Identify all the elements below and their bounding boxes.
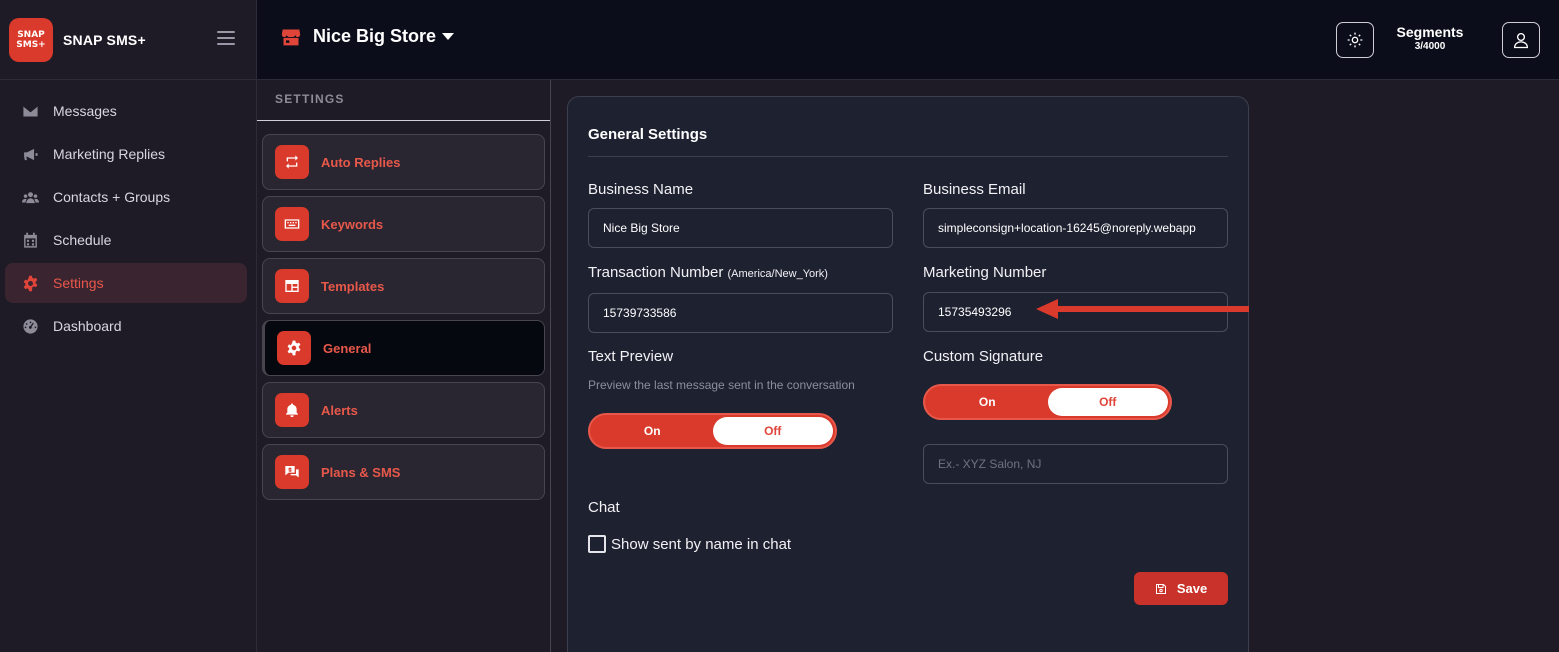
- envelope-icon: [21, 102, 39, 120]
- settings-header: SETTINGS: [257, 80, 550, 121]
- logo-line-1: SNAP: [17, 29, 45, 40]
- settings-item-label: Auto Replies: [321, 154, 401, 170]
- settings-list: Auto Replies Keywords Templates General …: [257, 121, 550, 500]
- card-divider: [588, 156, 1228, 157]
- business-email-input[interactable]: [923, 208, 1228, 248]
- business-name-label: Business Name: [588, 181, 694, 198]
- sidebar-item-marketing-replies[interactable]: Marketing Replies: [5, 134, 247, 174]
- text-preview-label: Text Preview: [588, 348, 674, 365]
- business-name-input[interactable]: [588, 208, 893, 248]
- caret-down-icon: [442, 33, 455, 40]
- sidebar-item-dashboard[interactable]: Dashboard: [5, 306, 247, 346]
- annotation-arrow-icon: [1036, 299, 1249, 319]
- gear-icon: [21, 274, 39, 292]
- save-button[interactable]: Save: [1134, 572, 1228, 605]
- sun-icon: [1347, 32, 1363, 48]
- text-preview-hint: Preview the last message sent in the con…: [588, 378, 855, 392]
- segments-counter: Segments 3/4000: [1395, 24, 1465, 52]
- bell-icon: [275, 393, 309, 427]
- keyboard-icon: [275, 207, 309, 241]
- top-bar: Nice Big Store Segments 3/4000: [257, 0, 1559, 80]
- transaction-number-label-group: Transaction Number (America/New_York): [588, 264, 828, 281]
- general-settings-card: General Settings Business Name Business …: [567, 96, 1249, 652]
- text-preview-toggle[interactable]: On Off: [588, 413, 837, 449]
- settings-item-alerts[interactable]: Alerts: [262, 382, 545, 438]
- settings-item-templates[interactable]: Templates: [262, 258, 545, 314]
- chat-dollar-icon: [275, 455, 309, 489]
- settings-item-label: Alerts: [321, 402, 358, 418]
- sidebar: SNAP SMS+ SNAP SMS+ Messages Marketing R…: [0, 0, 257, 652]
- calendar-icon: [21, 231, 39, 249]
- settings-item-keywords[interactable]: Keywords: [262, 196, 545, 252]
- users-icon: [21, 188, 39, 206]
- user-icon: [1513, 32, 1529, 49]
- sidebar-item-label: Messages: [53, 103, 117, 119]
- settings-item-label: Plans & SMS: [321, 464, 401, 480]
- sidebar-item-contacts-groups[interactable]: Contacts + Groups: [5, 177, 247, 217]
- segments-count: 3/4000: [1414, 41, 1446, 52]
- sidebar-item-label: Settings: [53, 275, 104, 291]
- app-name: SNAP SMS+: [63, 31, 146, 48]
- sidebar-item-messages[interactable]: Messages: [5, 91, 247, 131]
- sidebar-item-label: Schedule: [53, 232, 112, 248]
- text-preview-off-option[interactable]: Off: [712, 417, 833, 445]
- template-icon: [275, 269, 309, 303]
- sidebar-item-label: Dashboard: [53, 318, 122, 334]
- store-selector[interactable]: Nice Big Store: [281, 26, 455, 47]
- settings-item-plans-sms[interactable]: Plans & SMS: [262, 444, 545, 500]
- transaction-number-input[interactable]: [588, 293, 893, 333]
- sidebar-item-settings[interactable]: Settings: [5, 263, 247, 303]
- gear-icon: [277, 331, 311, 365]
- custom-signature-toggle[interactable]: On Off: [923, 384, 1172, 420]
- transaction-timezone: (America/New_York): [727, 268, 828, 280]
- chat-label: Chat: [588, 499, 620, 516]
- custom-signature-on-option[interactable]: On: [927, 388, 1048, 416]
- show-sent-by-row[interactable]: Show sent by name in chat: [588, 535, 791, 553]
- custom-signature-label: Custom Signature: [923, 348, 1044, 365]
- logo-line-2: SMS+: [16, 39, 46, 50]
- business-email-label: Business Email: [923, 181, 1026, 198]
- custom-signature-input[interactable]: [923, 444, 1228, 484]
- sidebar-nav: Messages Marketing Replies Contacts + Gr…: [0, 80, 256, 346]
- user-profile-button[interactable]: [1502, 22, 1540, 58]
- theme-toggle-button[interactable]: [1336, 22, 1374, 58]
- hamburger-menu-icon[interactable]: [217, 29, 235, 47]
- settings-item-auto-replies[interactable]: Auto Replies: [262, 134, 545, 190]
- transaction-number-label: Transaction Number: [588, 264, 724, 281]
- settings-panel: SETTINGS Auto Replies Keywords Templates…: [257, 80, 551, 652]
- floppy-disk-icon: [1155, 583, 1166, 594]
- repeat-icon: [275, 145, 309, 179]
- store-name: Nice Big Store: [313, 26, 437, 46]
- gauge-icon: [21, 317, 39, 335]
- settings-item-general[interactable]: General: [262, 320, 545, 376]
- show-sent-by-label: Show sent by name in chat: [611, 535, 792, 553]
- megaphone-icon: [21, 145, 39, 163]
- show-sent-by-checkbox[interactable]: [588, 535, 606, 553]
- custom-signature-off-option[interactable]: Off: [1047, 388, 1168, 416]
- segments-title: Segments: [1396, 24, 1464, 40]
- sidebar-item-label: Marketing Replies: [53, 146, 166, 162]
- settings-item-label: General: [323, 340, 372, 356]
- marketing-number-label: Marketing Number: [923, 264, 1047, 281]
- store-icon: [281, 29, 301, 45]
- save-label: Save: [1176, 581, 1208, 596]
- sidebar-item-label: Contacts + Groups: [53, 189, 171, 205]
- settings-item-label: Templates: [321, 278, 385, 294]
- text-preview-on-option[interactable]: On: [592, 417, 713, 445]
- app-logo[interactable]: SNAP SMS+: [9, 17, 53, 62]
- card-title: General Settings: [588, 126, 708, 143]
- sidebar-item-schedule[interactable]: Schedule: [5, 220, 247, 260]
- settings-item-label: Keywords: [321, 216, 384, 232]
